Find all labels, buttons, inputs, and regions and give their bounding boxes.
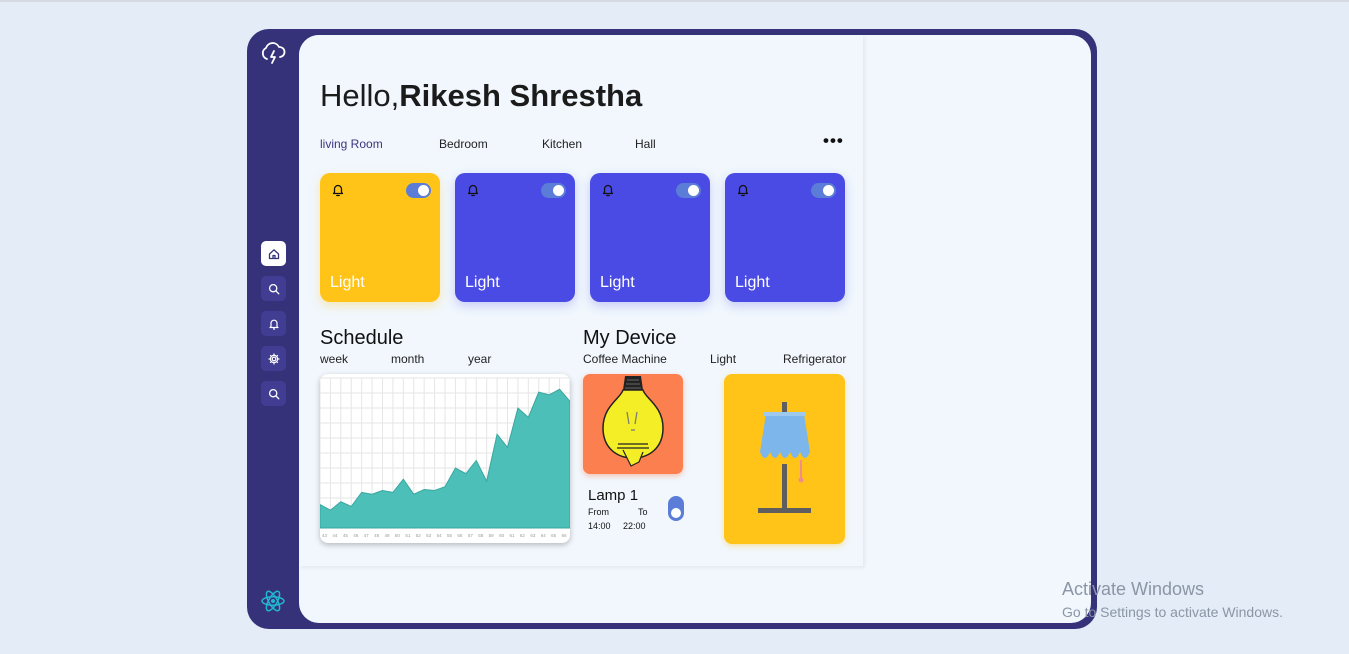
schedule-title: Schedule: [320, 327, 404, 349]
tab-light[interactable]: Light: [710, 352, 736, 366]
x-tick-label: 62: [520, 533, 526, 538]
lamp-image[interactable]: [583, 374, 683, 474]
x-tick-label: 63: [530, 533, 536, 538]
tab-bedroom[interactable]: Bedroom: [439, 137, 488, 151]
x-tick-label: 56: [457, 533, 463, 538]
light-toggle[interactable]: [811, 183, 836, 198]
light-toggle[interactable]: [406, 183, 431, 198]
x-tick-label: 57: [468, 533, 474, 538]
user-name: Rikesh Shrestha: [399, 78, 643, 113]
greeting-hello: Hello,: [320, 78, 400, 113]
nav-settings-button[interactable]: [261, 346, 286, 371]
bell-icon: [737, 184, 749, 197]
sidebar: [247, 29, 299, 629]
x-tick-label: 52: [416, 533, 422, 538]
card-label: Light: [600, 274, 635, 291]
dashboard-content: Hello,Rikesh Shrestha living Room Bedroo…: [299, 35, 863, 566]
nav-search-button[interactable]: [261, 276, 286, 301]
tab-kitchen[interactable]: Kitchen: [542, 137, 582, 151]
lamp-name: Lamp 1: [588, 487, 639, 504]
schedule-chart: 43 44 45 46 47 48 49 50 51 52 53 54 55 56 57 58 59 60 61 62…: [320, 374, 570, 543]
card-label: Light: [735, 274, 770, 291]
from-label: From: [588, 507, 609, 517]
x-tick-label: 59: [489, 533, 495, 538]
area-chart: 43 44 45 46 47 48 49 50 51 52 53 54 55 56 57 58 59 60 61 62…: [320, 377, 570, 538]
lamp-toggle[interactable]: [668, 496, 684, 521]
bell-icon: [268, 319, 279, 330]
light-card-2[interactable]: Light: [455, 173, 575, 302]
nav-home-button[interactable]: [261, 241, 286, 266]
home-icon: [268, 248, 279, 259]
bell-icon: [467, 184, 479, 197]
x-tick-label: 46: [353, 533, 359, 538]
to-label: To: [638, 507, 648, 517]
x-tick-label: 49: [385, 533, 391, 538]
x-tick-label: 55: [447, 533, 453, 538]
my-device-title: My Device: [583, 327, 677, 349]
x-tick-label: 43: [322, 533, 328, 538]
x-tick-label: 65: [551, 533, 557, 538]
tab-hall[interactable]: Hall: [635, 137, 656, 151]
tab-refrigerator[interactable]: Refrigerator: [783, 352, 846, 366]
gear-icon: [267, 352, 280, 365]
from-time: 14:00: [588, 521, 611, 531]
tab-month[interactable]: month: [391, 352, 424, 366]
nav-notifications-button[interactable]: [261, 311, 286, 336]
tab-living-room[interactable]: living Room: [320, 137, 383, 151]
app-frame: Hello,Rikesh Shrestha living Room Bedroo…: [247, 29, 1097, 629]
tab-week[interactable]: week: [320, 352, 348, 366]
x-tick-label: 60: [499, 533, 505, 538]
main-panel: Hello,Rikesh Shrestha living Room Bedroo…: [299, 35, 1091, 623]
light-toggle[interactable]: [676, 183, 701, 198]
bell-icon: [602, 184, 614, 197]
light-card-1[interactable]: Light: [320, 173, 440, 302]
tab-coffee-machine[interactable]: Coffee Machine: [583, 352, 667, 366]
search-icon: [268, 388, 279, 399]
x-tick-label: 51: [405, 533, 411, 538]
card-label: Light: [330, 274, 365, 291]
search-icon: [268, 283, 279, 294]
x-tick-label: 47: [364, 533, 370, 538]
x-tick-label: 54: [437, 533, 443, 538]
tab-year[interactable]: year: [468, 352, 491, 366]
x-tick-label: 58: [478, 533, 484, 538]
cloud-lightning-icon[interactable]: [260, 40, 286, 66]
table-lamp-image[interactable]: [724, 374, 845, 544]
x-tick-label: 64: [541, 533, 547, 538]
x-tick-label: 48: [374, 533, 380, 538]
activate-windows-subtitle: Go to Settings to activate Windows.: [1062, 604, 1283, 620]
x-tick-label: 44: [332, 533, 338, 538]
react-icon: [261, 590, 285, 612]
nav-search-button-2[interactable]: [261, 381, 286, 406]
light-card-3[interactable]: Light: [590, 173, 710, 302]
x-tick-label: 45: [343, 533, 349, 538]
bell-icon: [332, 184, 344, 197]
to-time: 22:00: [623, 521, 646, 531]
light-bulb-icon: [602, 376, 664, 467]
light-card-4[interactable]: Light: [725, 173, 845, 302]
table-lamp-icon: [758, 402, 811, 513]
card-label: Light: [465, 274, 500, 291]
x-tick-label: 66: [562, 533, 568, 538]
x-tick-label: 61: [510, 533, 516, 538]
x-tick-label: 53: [426, 533, 432, 538]
more-dots-icon[interactable]: •••: [823, 131, 844, 151]
x-tick-label: 50: [395, 533, 401, 538]
greeting-heading: Hello,Rikesh Shrestha: [320, 78, 642, 114]
activate-windows-title: Activate Windows: [1062, 579, 1205, 599]
light-toggle[interactable]: [541, 183, 566, 198]
